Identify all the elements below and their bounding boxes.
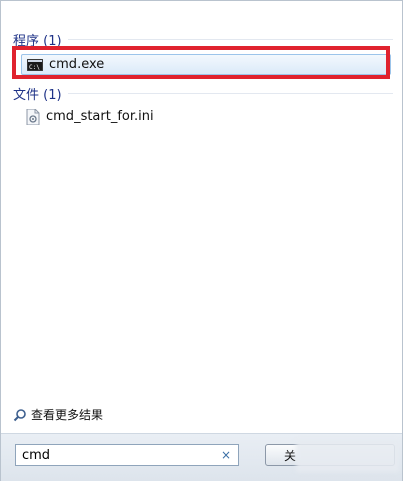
shutdown-label: 关: [284, 448, 297, 463]
see-more-results-link[interactable]: 查看更多结果: [13, 406, 103, 423]
clear-icon[interactable]: ×: [218, 448, 234, 462]
divider: [67, 93, 393, 94]
programs-group-header: 程序 (1): [13, 30, 393, 49]
files-group-label: 文件 (1): [13, 88, 62, 103]
search-input[interactable]: [16, 447, 218, 463]
search-box[interactable]: ×: [15, 444, 239, 466]
programs-group-label: 程序 (1): [13, 34, 62, 49]
svg-text:C:\: C:\: [29, 64, 40, 71]
result-cmd-start-for-ini[interactable]: cmd_start_for.ini: [21, 106, 391, 127]
result-label: cmd.exe: [49, 57, 105, 72]
files-group-header: 文件 (1): [13, 84, 393, 103]
result-cmd-exe[interactable]: C:\ cmd.exe: [21, 54, 391, 75]
console-icon: C:\: [27, 58, 43, 71]
watermark-blur: [296, 440, 399, 472]
see-more-label: 查看更多结果: [31, 408, 104, 422]
start-menu-search-panel: 程序 (1) C:\ cmd.exe 文件 (1) cmd_start_for.…: [0, 0, 403, 481]
divider: [67, 39, 393, 40]
search-icon: [13, 408, 27, 422]
result-label: cmd_start_for.ini: [46, 109, 154, 124]
ini-file-icon: [26, 108, 40, 125]
